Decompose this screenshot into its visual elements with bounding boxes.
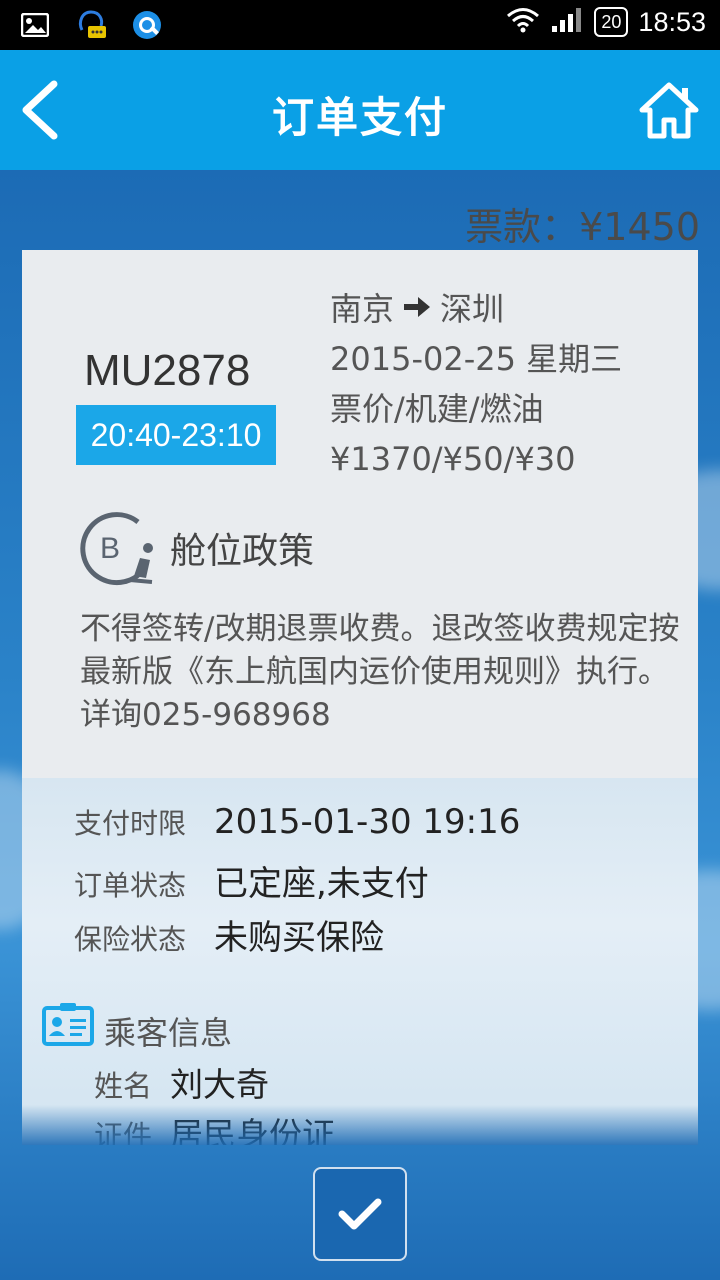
payment-info: 支付时限 2015-01-30 19:16 订单状态 已定座,未支付 保险状态 … <box>74 802 520 964</box>
cabin-policy-text: 不得签转/改期退票收费。退改签收费规定按最新版《东上航国内运价使用规则》执行。详… <box>80 611 680 733</box>
flight-time: 20:40-23:10 <box>76 405 276 465</box>
app-header: 订单支付 <box>0 50 720 170</box>
confirm-button[interactable] <box>313 1167 407 1261</box>
home-button[interactable] <box>638 80 700 142</box>
fee-values: ¥1370/¥50/¥30 <box>330 440 576 478</box>
order-status-label: 订单状态 <box>74 869 187 902</box>
order-card: MU2878 20:40-23:10 南京 深圳 2015-02-25 星期三 票… <box>22 250 698 1145</box>
chat-bubble-icon <box>74 8 108 42</box>
route-info: 南京 深圳 2015-02-25 星期三 票价/机建/燃油 ¥1370/¥50/¥… <box>330 284 622 484</box>
status-bar: 20 18:53 <box>0 0 720 50</box>
battery-icon: 20 <box>594 7 629 37</box>
route-to: 深圳 <box>440 290 505 328</box>
insurance-status-row: 保险状态 未购买保险 <box>74 910 520 964</box>
wifi-icon <box>506 7 540 37</box>
cabin-class-icon: B <box>78 506 160 588</box>
browser-icon <box>130 8 164 42</box>
status-right: 20 18:53 <box>506 6 706 38</box>
order-status-row: 订单状态 已定座,未支付 <box>74 856 520 910</box>
cabin-policy-title: 舱位政策 <box>170 531 315 572</box>
route-from: 南京 <box>330 290 395 328</box>
insurance-status-label: 保险状态 <box>74 923 187 956</box>
flight-number: MU2878 <box>84 346 251 395</box>
arrow-right-icon <box>402 284 432 334</box>
passenger-info-title: 乘客信息 <box>104 1014 233 1052</box>
home-icon <box>639 82 699 139</box>
signal-icon <box>550 6 584 38</box>
id-card-icon <box>42 1002 94 1046</box>
scroll-fade <box>22 1105 698 1145</box>
order-status-value: 已定座,未支付 <box>214 864 429 904</box>
payment-deadline-label: 支付时限 <box>74 807 187 840</box>
status-left-icons <box>18 8 164 42</box>
image-icon <box>18 8 52 42</box>
insurance-status-value: 未购买保险 <box>214 918 384 958</box>
cabin-letter: B <box>100 532 120 565</box>
passenger-name-value: 刘大奇 <box>170 1065 269 1104</box>
passenger-name-label: 姓名 <box>94 1069 153 1103</box>
flight-section: MU2878 20:40-23:10 南京 深圳 2015-02-25 星期三 票… <box>22 250 698 778</box>
flight-date: 2015-02-25 星期三 <box>330 340 623 378</box>
payment-deadline-row: 支付时限 2015-01-30 19:16 <box>74 802 520 856</box>
status-time: 18:53 <box>638 6 706 37</box>
passenger-name-row: 姓名 刘大奇 <box>94 1058 269 1106</box>
ticket-amount: 票款：¥1450 <box>465 205 700 249</box>
page-title: 订单支付 <box>271 93 448 142</box>
route: 南京 深圳 <box>330 284 622 334</box>
payment-deadline-value: 2015-01-30 19:16 <box>214 802 521 842</box>
fee-labels: 票价/机建/燃油 <box>330 390 544 428</box>
checkmark-icon <box>338 1198 382 1230</box>
